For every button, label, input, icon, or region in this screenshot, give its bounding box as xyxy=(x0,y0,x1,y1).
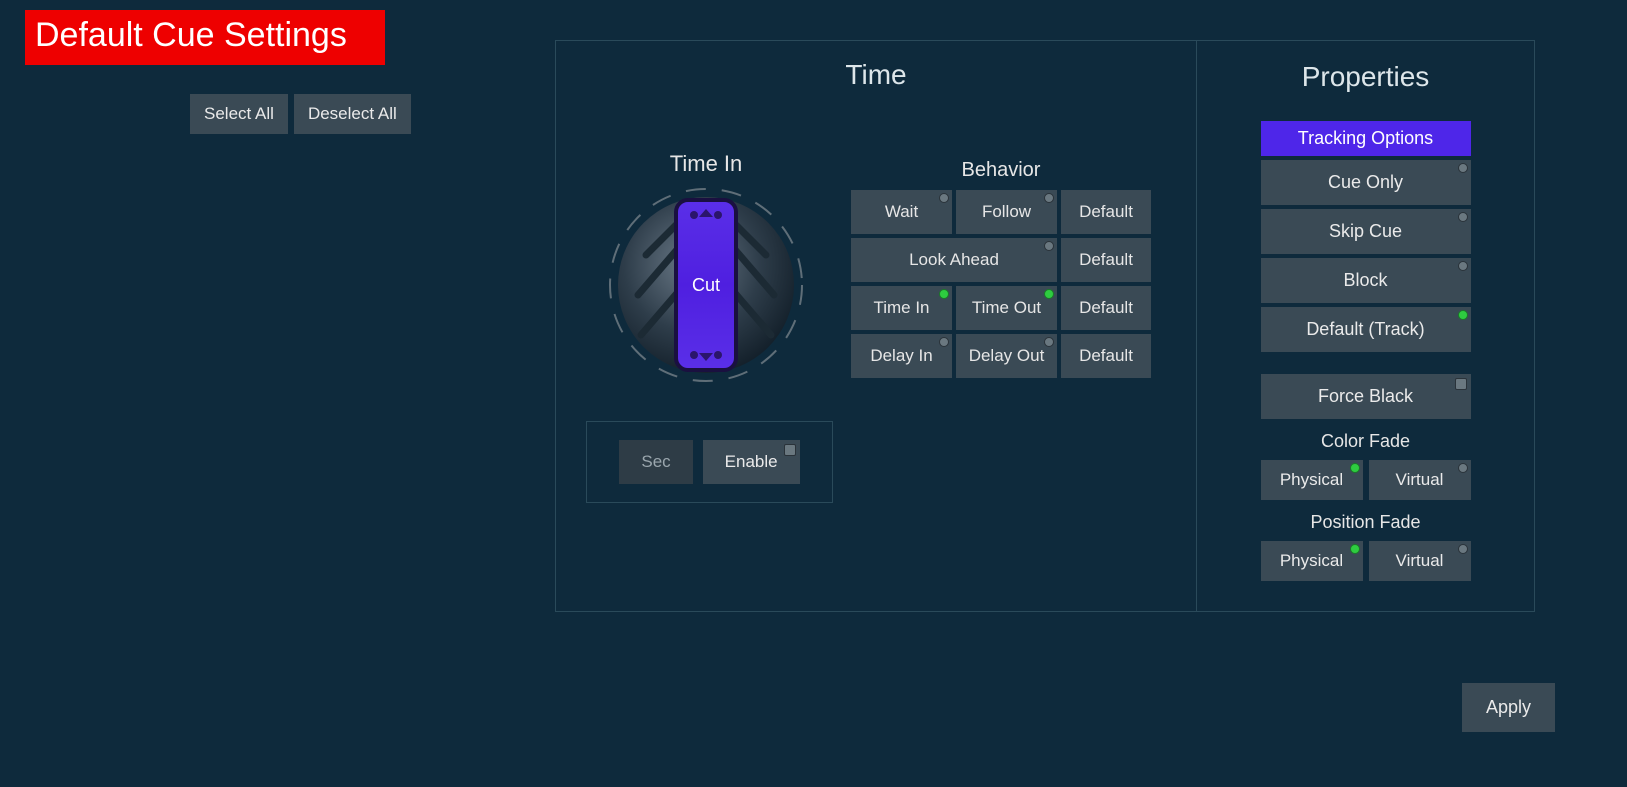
enable-button[interactable]: Enable xyxy=(703,440,800,484)
indicator-icon xyxy=(939,193,949,203)
delay-out-button[interactable]: Delay Out xyxy=(956,334,1057,378)
position-fade-title: Position Fade xyxy=(1261,512,1471,533)
block-button[interactable]: Block xyxy=(1261,258,1471,303)
indicator-icon xyxy=(1458,310,1468,320)
enable-button-label: Enable xyxy=(725,452,778,471)
time-wheel-value: Cut xyxy=(606,275,806,296)
force-black-label: Force Black xyxy=(1318,386,1413,406)
cue-only-button[interactable]: Cue Only xyxy=(1261,160,1471,205)
indicator-icon xyxy=(1350,544,1360,554)
delay-out-label: Delay Out xyxy=(969,346,1045,366)
default-button[interactable]: Default xyxy=(1061,334,1151,378)
follow-label: Follow xyxy=(982,202,1031,222)
behavior-row: Time In Time Out Default xyxy=(851,286,1151,330)
time-enable-box: Sec Enable xyxy=(586,421,833,503)
position-fade-virtual-button[interactable]: Virtual xyxy=(1369,541,1471,581)
force-black-button[interactable]: Force Black xyxy=(1261,374,1471,419)
skip-cue-button[interactable]: Skip Cue xyxy=(1261,209,1471,254)
virtual-label: Virtual xyxy=(1396,470,1444,489)
behavior-row: Delay In Delay Out Default xyxy=(851,334,1151,378)
indicator-icon xyxy=(1044,337,1054,347)
color-fade-title: Color Fade xyxy=(1261,431,1471,452)
default-track-button[interactable]: Default (Track) xyxy=(1261,307,1471,352)
enable-indicator-icon xyxy=(784,444,796,456)
indicator-icon xyxy=(939,337,949,347)
indicator-icon xyxy=(1458,163,1468,173)
time-wheel-area: Time In xyxy=(586,151,826,385)
default-button[interactable]: Default xyxy=(1061,238,1151,282)
apply-button[interactable]: Apply xyxy=(1462,683,1555,732)
indicator-icon xyxy=(1458,544,1468,554)
behavior-title: Behavior xyxy=(851,159,1151,182)
default-track-label: Default (Track) xyxy=(1306,319,1424,339)
delay-in-label: Delay In xyxy=(870,346,932,366)
indicator-icon xyxy=(1458,212,1468,222)
indicator-icon xyxy=(939,289,949,299)
position-fade-pair: Physical Virtual xyxy=(1261,541,1471,581)
color-fade-physical-button[interactable]: Physical xyxy=(1261,460,1363,500)
settings-panel: Time Time In xyxy=(555,40,1535,612)
indicator-icon xyxy=(1455,378,1467,390)
skip-cue-label: Skip Cue xyxy=(1329,221,1402,241)
default-button[interactable]: Default xyxy=(1061,286,1151,330)
properties-column: Properties Tracking Options Cue Only Ski… xyxy=(1196,41,1534,611)
time-out-label: Time Out xyxy=(972,298,1041,318)
time-column: Time Time In xyxy=(556,41,1196,611)
properties-section-title: Properties xyxy=(1197,61,1534,93)
indicator-icon xyxy=(1458,261,1468,271)
behavior-row: Look Ahead Default xyxy=(851,238,1151,282)
properties-inner: Tracking Options Cue Only Skip Cue Block… xyxy=(1261,121,1471,581)
select-all-button[interactable]: Select All xyxy=(190,94,288,134)
tracking-options-header: Tracking Options xyxy=(1261,121,1471,156)
wait-button[interactable]: Wait xyxy=(851,190,952,234)
behavior-area: Behavior Wait Follow Default Look Ahead xyxy=(851,159,1151,382)
color-fade-pair: Physical Virtual xyxy=(1261,460,1471,500)
default-button[interactable]: Default xyxy=(1061,190,1151,234)
selection-buttons: Select All Deselect All xyxy=(190,94,411,134)
time-wheel[interactable]: Cut xyxy=(606,185,806,385)
time-in-label: Time In xyxy=(873,298,929,318)
deselect-all-button[interactable]: Deselect All xyxy=(294,94,411,134)
wait-label: Wait xyxy=(885,202,918,222)
virtual-label: Virtual xyxy=(1396,551,1444,570)
indicator-icon xyxy=(1350,463,1360,473)
look-ahead-label: Look Ahead xyxy=(909,250,999,270)
indicator-icon xyxy=(1044,193,1054,203)
time-section-title: Time xyxy=(556,59,1196,91)
behavior-row: Wait Follow Default xyxy=(851,190,1151,234)
physical-label: Physical xyxy=(1280,551,1343,570)
time-out-button[interactable]: Time Out xyxy=(956,286,1057,330)
page-title: Default Cue Settings xyxy=(25,10,385,65)
follow-button[interactable]: Follow xyxy=(956,190,1057,234)
indicator-icon xyxy=(1044,289,1054,299)
indicator-icon xyxy=(1458,463,1468,473)
look-ahead-button[interactable]: Look Ahead xyxy=(851,238,1057,282)
color-fade-virtual-button[interactable]: Virtual xyxy=(1369,460,1471,500)
physical-label: Physical xyxy=(1280,470,1343,489)
time-in-button[interactable]: Time In xyxy=(851,286,952,330)
cue-only-label: Cue Only xyxy=(1328,172,1403,192)
time-wheel-label: Time In xyxy=(586,151,826,177)
block-label: Block xyxy=(1343,270,1387,290)
position-fade-physical-button[interactable]: Physical xyxy=(1261,541,1363,581)
sec-button: Sec xyxy=(619,440,692,484)
indicator-icon xyxy=(1044,241,1054,251)
delay-in-button[interactable]: Delay In xyxy=(851,334,952,378)
